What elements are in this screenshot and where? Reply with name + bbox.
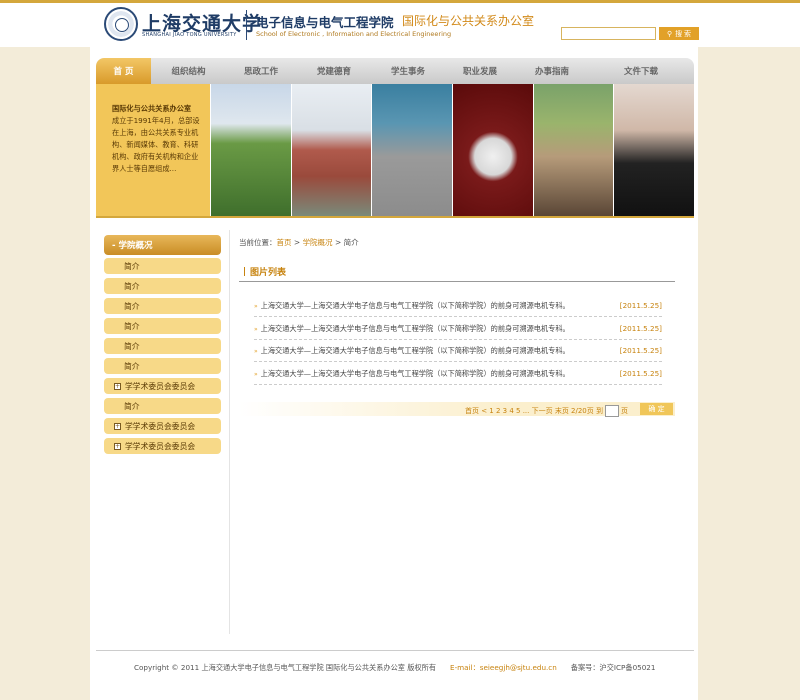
search-button[interactable]: ⚲ 搜 索 [659, 27, 699, 40]
pagination-links[interactable]: 首页 < 1 2 3 4 5 ... 下一页 末页 2/20页 到 [465, 406, 603, 416]
pagination-controls: 首页 < 1 2 3 4 5 ... 下一页 末页 2/20页 到 页 [465, 405, 628, 417]
nav-item-party-building[interactable]: 党建德育 [296, 58, 372, 84]
footer-email[interactable]: E-mail：seieegjh@sjtu.edu.cn [450, 663, 557, 672]
search-button-label: 搜 索 [675, 30, 692, 38]
breadcrumb-prefix: 当前位置： [239, 238, 277, 247]
sidebar-item-label: 简介 [124, 301, 140, 311]
expand-plus-icon[interactable]: + [114, 382, 121, 390]
nav-item-guide[interactable]: 办事指南 [516, 58, 588, 84]
search-icon: ⚲ [666, 30, 673, 38]
footer-copyright: Copyright © 2011 上海交通大学电子信息与电气工程学院 国际化与公… [134, 663, 437, 672]
graduates-photo [613, 84, 695, 216]
banner: 国际化与公共关系办公室 成立于1991年4月，总部设在上海，由公共关系专业机构、… [96, 84, 695, 216]
breadcrumb-home-link[interactable]: 首页 [277, 238, 292, 247]
sidebar-item-expandable[interactable]: + 学学术委员会委员会 [104, 418, 221, 434]
breadcrumb-separator: > [291, 238, 303, 247]
breadcrumb-section-link[interactable]: 学院概况 [303, 238, 333, 247]
hands-globe-photo [452, 84, 533, 216]
breadcrumb-separator: > [332, 238, 344, 247]
list-item[interactable]: 上海交通大学—上海交通大学电子信息与电气工程学院（以下简称学院）的前身可溯源电机… [254, 340, 662, 362]
nav-item-ideology[interactable]: 思政工作 [226, 58, 296, 84]
nav-item-home[interactable]: 首 页 [96, 58, 151, 84]
pagination: 首页 < 1 2 3 4 5 ... 下一页 末页 2/20页 到 页 确 定 [239, 402, 675, 417]
list-item-date: [2011.5.25] [619, 346, 662, 355]
sidebar-item-label: 简介 [124, 361, 140, 371]
footer-rule [96, 650, 694, 651]
list-item-title[interactable]: 上海交通大学—上海交通大学电子信息与电气工程学院（以下简称学院）的前身可溯源电机… [254, 346, 570, 356]
list-item-date: [2011.5.25] [619, 369, 662, 378]
sidebar-item-expandable[interactable]: + 学学术委员会委员会 [104, 438, 221, 454]
breadcrumb-current: 简介 [343, 238, 359, 247]
nav-item-downloads[interactable]: 文件下载 [588, 58, 694, 84]
sidebar-item[interactable]: 简介 [104, 278, 221, 294]
expand-plus-icon[interactable]: + [114, 422, 121, 430]
list-item-date: [2011.5.25] [619, 324, 662, 333]
sidebar-item-label: 简介 [124, 281, 140, 291]
sidebar-item[interactable]: 简介 [104, 398, 221, 414]
nav-item-organization[interactable]: 组织结构 [151, 58, 226, 84]
sidebar-item-label: 学学术委员会委员会 [125, 381, 196, 391]
page-number-input[interactable] [605, 405, 619, 417]
sidebar-item[interactable]: 简介 [104, 358, 221, 374]
sidebar-item-expandable[interactable]: + 学学术委员会委员会 [104, 378, 221, 394]
breadcrumb: 当前位置：首页 > 学院概况 > 简介 [239, 237, 359, 248]
search-input[interactable] [561, 27, 656, 40]
sidebar-item[interactable]: 简介 [104, 318, 221, 334]
students-group-photo [532, 84, 614, 216]
sidebar-divider [229, 230, 230, 634]
list-title-rule [239, 281, 675, 282]
list-item-title[interactable]: 上海交通大学—上海交通大学电子信息与电气工程学院（以下简称学院）的前身可溯源电机… [254, 324, 570, 334]
university-name-en: SHANGHAI JIAO TONG UNIVERSITY [142, 32, 237, 38]
banner-bottom-rule [96, 216, 694, 218]
school-name-cn: 电子信息与电气工程学院 [256, 15, 394, 30]
pagination-suffix: 页 [621, 407, 628, 415]
list-item-title[interactable]: 上海交通大学—上海交通大学电子信息与电气工程学院（以下简称学院）的前身可溯源电机… [254, 369, 570, 379]
sidebar-item-label: 简介 [124, 401, 140, 411]
list-title: 图片列表 [244, 265, 286, 278]
sidebar-item-label: 学学术委员会委员会 [125, 421, 196, 431]
expand-plus-icon[interactable]: + [114, 442, 121, 450]
sidebar-item[interactable]: 简介 [104, 258, 221, 274]
school-name-en: School of Electronic , Information and E… [256, 30, 452, 38]
campus-building-photo [290, 84, 372, 216]
go-button[interactable]: 确 定 [640, 403, 673, 415]
footer: Copyright © 2011 上海交通大学电子信息与电气工程学院 国际化与公… [134, 663, 655, 673]
banner-title: 国际化与公共关系办公室 [112, 104, 192, 113]
banner-description: 成立于1991年4月，总部设在上海，由公共关系专业机构、新闻媒体、教育、科研机构… [112, 116, 200, 173]
sidebar-item-label: 学学术委员会委员会 [125, 441, 196, 451]
list-item-title[interactable]: 上海交通大学—上海交通大学电子信息与电气工程学院（以下简称学院）的前身可溯源电机… [254, 301, 570, 311]
university-seal-icon[interactable] [104, 7, 138, 41]
office-name-cn: 国际化与公共关系办公室 [402, 14, 535, 28]
sidebar-item[interactable]: 简介 [104, 298, 221, 314]
sidebar-item-label: 简介 [124, 261, 140, 271]
sidebar-item-label: 简介 [124, 341, 140, 351]
sidebar-header[interactable]: - 学院概况 [104, 235, 221, 255]
list-item[interactable]: 上海交通大学—上海交通大学电子信息与电气工程学院（以下简称学院）的前身可溯源电机… [254, 318, 662, 340]
banner-intro: 国际化与公共关系办公室 成立于1991年4月，总部设在上海，由公共关系专业机构、… [96, 84, 211, 216]
footer-icp: 备案号：沪交ICP备05021 [570, 663, 656, 672]
modern-building-photo [371, 84, 453, 216]
students-lawn-photo [210, 84, 291, 216]
list-item[interactable]: 上海交通大学—上海交通大学电子信息与电气工程学院（以下简称学院）的前身可溯源电机… [254, 363, 662, 385]
main-nav: 首 页 组织结构 思政工作 党建德育 学生事务 职业发展 办事指南 文件下载 [96, 58, 694, 84]
list-item-date: [2011.5.25] [619, 301, 662, 310]
sidebar-item[interactable]: 简介 [104, 338, 221, 354]
sidebar-item-label: 简介 [124, 321, 140, 331]
logo-divider [246, 10, 247, 40]
nav-item-career[interactable]: 职业发展 [444, 58, 516, 84]
nav-item-student-affairs[interactable]: 学生事务 [372, 58, 444, 84]
list-item[interactable]: 上海交通大学—上海交通大学电子信息与电气工程学院（以下简称学院）的前身可溯源电机… [254, 295, 662, 317]
